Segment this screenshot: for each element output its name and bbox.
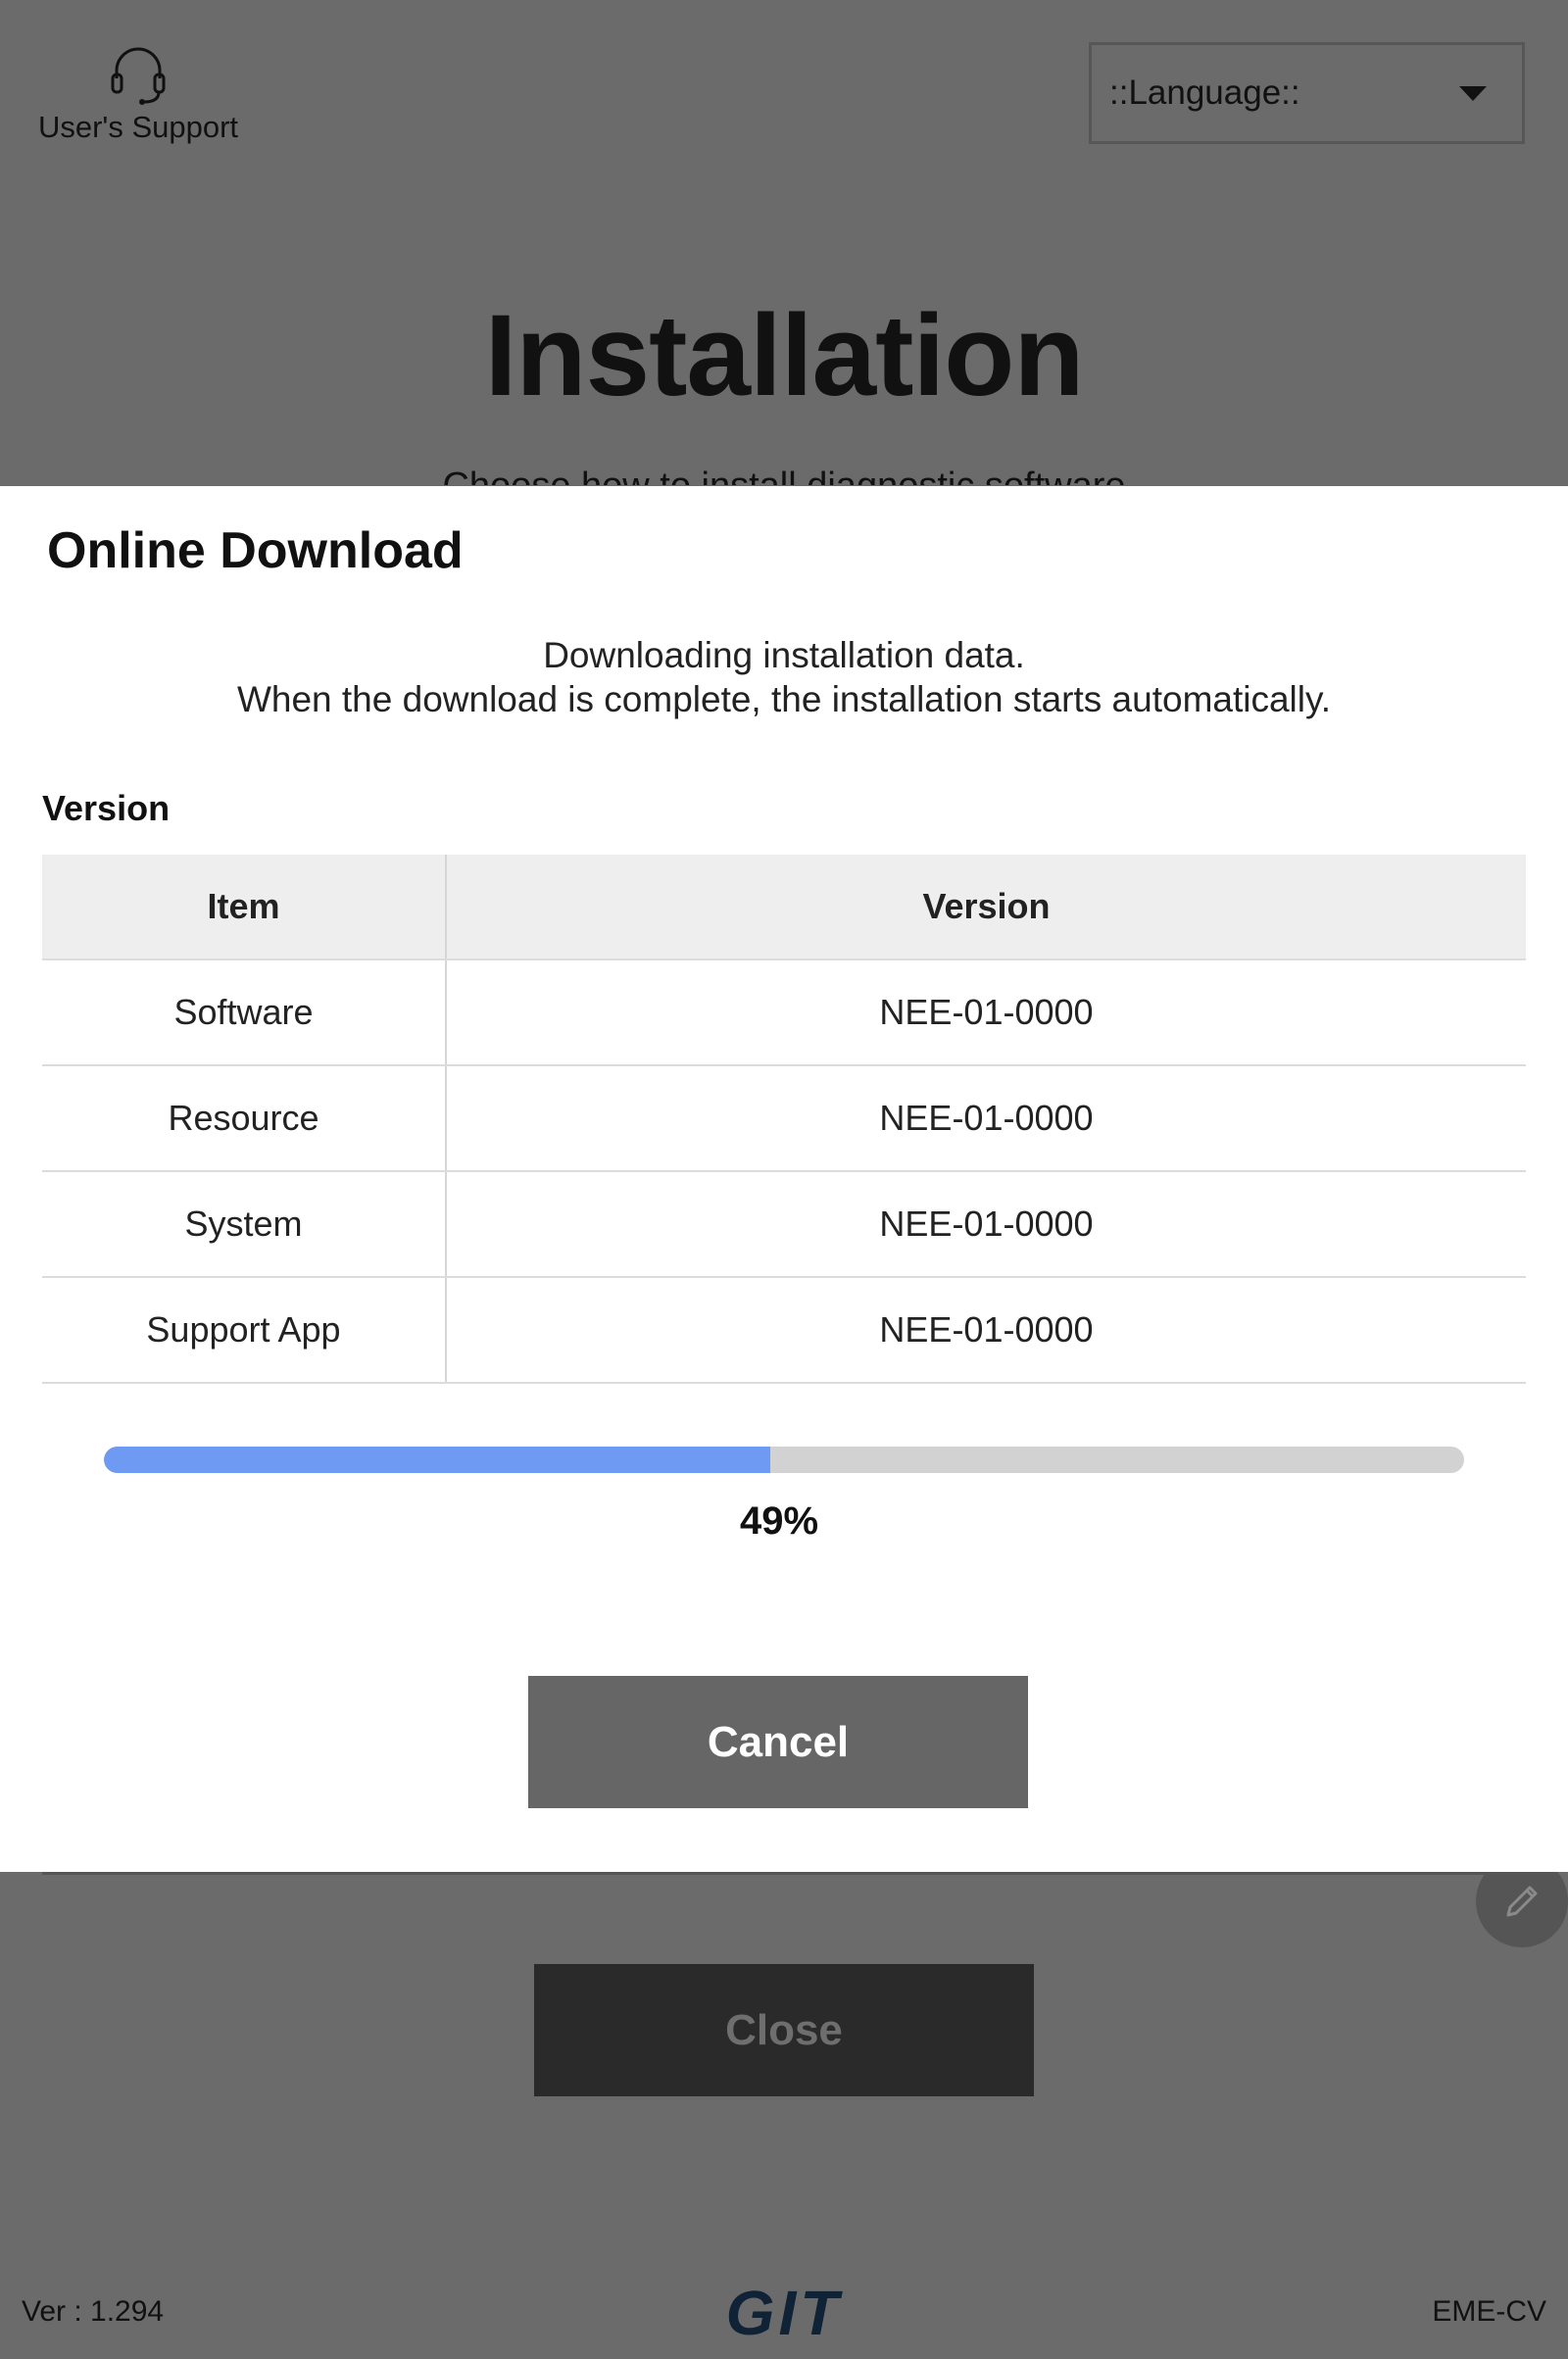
column-header-version: Version (446, 855, 1526, 960)
app-version: Ver : 1.294 (22, 2295, 165, 2328)
device-code: EME-CV (1432, 2295, 1546, 2328)
download-progress-bar (104, 1447, 1464, 1473)
headset-icon (111, 47, 166, 105)
row-version: NEE-01-0000 (446, 959, 1526, 1066)
divider (42, 1872, 1526, 1875)
git-logo: GIT (726, 2284, 844, 2342)
row-version: NEE-01-0000 (446, 1277, 1526, 1384)
page-subtitle: Choose how to install diagnostic softwar… (0, 466, 1568, 485)
git-logo-text: GIT (726, 2284, 844, 2342)
pencil-icon (1506, 1886, 1538, 1917)
users-support-label: User's Support (37, 110, 239, 144)
download-progress-fill (104, 1447, 771, 1473)
row-item: Support App (42, 1277, 447, 1384)
version-table: Item Version Software NEE-01-0000 Resour… (42, 855, 1526, 1384)
table-row: Resource NEE-01-0000 (42, 1065, 1526, 1172)
cancel-button[interactable]: Cancel (528, 1676, 1028, 1808)
table-row: Support App NEE-01-0000 (42, 1277, 1526, 1384)
row-version: NEE-01-0000 (446, 1065, 1526, 1172)
download-progress-percent: 49% (739, 1499, 819, 1543)
column-header-item: Item (42, 855, 447, 960)
row-item: Software (42, 959, 447, 1066)
caret-down-icon (1459, 85, 1487, 101)
close-button[interactable]: Close (534, 1964, 1034, 2096)
row-version: NEE-01-0000 (446, 1171, 1526, 1278)
language-select-value: ::Language:: (1109, 74, 1300, 112)
version-section-label: Version (42, 788, 171, 828)
dialog-message-line1: Downloading installation data. (543, 635, 1025, 675)
row-item: System (42, 1171, 447, 1278)
table-header-row: Item Version (42, 855, 1526, 960)
dialog-message: Downloading installation data. When the … (0, 633, 1568, 721)
users-support-button[interactable]: User's Support (35, 39, 241, 145)
page-title: Installation (484, 291, 1085, 420)
online-download-dialog: Online Download Downloading installation… (0, 486, 1568, 1872)
table-row: System NEE-01-0000 (42, 1171, 1526, 1278)
table-row: Software NEE-01-0000 (42, 959, 1526, 1066)
dialog-title: Online Download (47, 522, 464, 579)
row-item: Resource (42, 1065, 447, 1172)
language-select[interactable]: ::Language:: (1089, 42, 1525, 144)
dialog-message-line2: When the download is complete, the insta… (236, 679, 1332, 719)
